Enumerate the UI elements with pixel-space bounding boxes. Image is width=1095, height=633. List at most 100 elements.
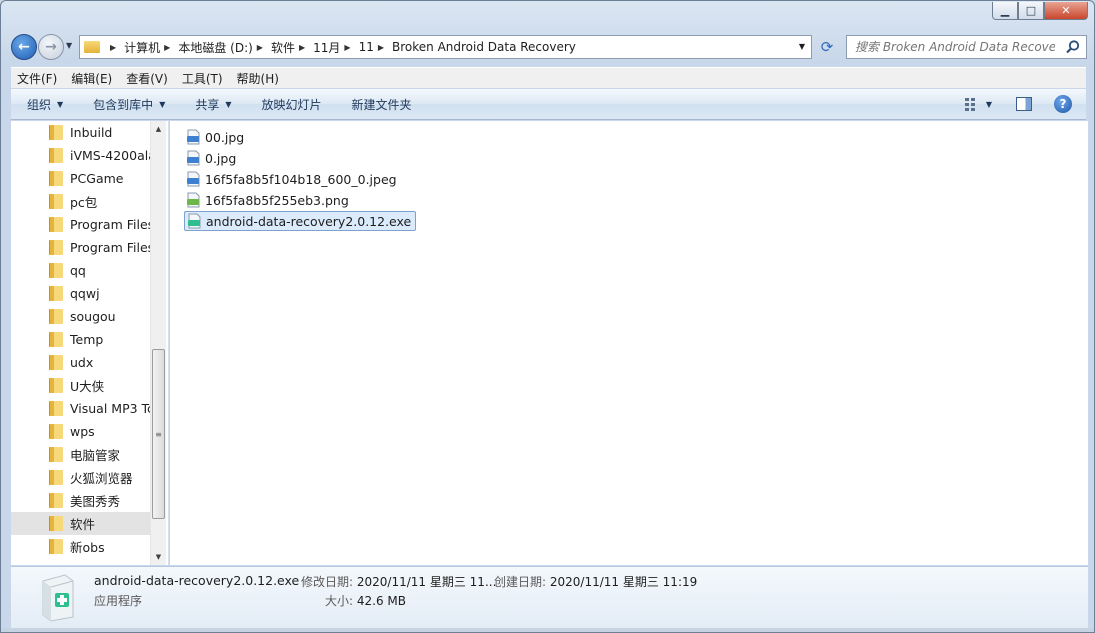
tree-folder-item[interactable]: Temp: [11, 328, 151, 351]
command-button[interactable]: 组织 ▼: [27, 96, 63, 113]
tree-folder-label: U大侠: [70, 379, 105, 394]
tree-folder-item[interactable]: wps: [11, 420, 151, 443]
breadcrumb-chevron-icon[interactable]: ▶: [378, 43, 384, 52]
folder-icon: [49, 240, 63, 255]
maximize-button[interactable]: □: [1018, 2, 1044, 20]
tree-folder-item[interactable]: 美图秀秀: [11, 489, 151, 512]
command-label: 共享: [195, 97, 220, 112]
details-file-type: 应用程序: [94, 594, 143, 608]
file-item[interactable]: 00.jpg: [184, 127, 248, 147]
command-button[interactable]: 新建文件夹: [352, 96, 412, 113]
search-input[interactable]: [855, 40, 1055, 54]
forward-arrow-icon: →: [45, 39, 57, 55]
tree-folder-item[interactable]: 新obs: [11, 535, 151, 558]
menu-item[interactable]: 帮助(H): [237, 70, 279, 87]
breadcrumb-chevron-icon[interactable]: ▶: [110, 43, 116, 52]
tree-folder-label: Temp: [70, 332, 104, 347]
refresh-button[interactable]: ⟳: [815, 35, 839, 59]
preview-pane-icon[interactable]: [1016, 97, 1032, 111]
close-button[interactable]: ✕: [1044, 2, 1088, 20]
refresh-icon: ⟳: [820, 38, 834, 56]
breadcrumb-chevron-icon[interactable]: ▶: [257, 43, 263, 52]
folder-icon: [49, 194, 63, 209]
file-item[interactable]: 0.jpg: [184, 148, 240, 168]
command-button[interactable]: 共享 ▼: [195, 96, 231, 113]
command-bar-right: ▼ ?: [964, 95, 1072, 113]
breadcrumb-item[interactable]: ▶ Broken Android Data Recovery: [374, 40, 576, 54]
tree-folder-label: Program Files: [70, 217, 151, 232]
breadcrumb-chevron-icon[interactable]: ▶: [164, 43, 170, 52]
nav-scrollbar[interactable]: ▲ ≡ ▼: [150, 121, 166, 565]
view-options-caret[interactable]: ▼: [986, 100, 992, 109]
menu-item[interactable]: 工具(T): [182, 70, 223, 87]
file-name: 16f5fa8b5f255eb3.png: [205, 192, 349, 208]
breadcrumb-label[interactable]: 计算机: [124, 39, 160, 56]
tree-folder-item[interactable]: PCGame: [11, 167, 151, 190]
folder-icon: [49, 516, 63, 531]
tree-folder-item[interactable]: Visual MP3 Tc: [11, 397, 151, 420]
tree-folder-item[interactable]: 电脑管家: [11, 443, 151, 466]
breadcrumb-chevron-icon[interactable]: ▶: [344, 43, 350, 52]
tree-folder-item[interactable]: udx: [11, 351, 151, 374]
tree-folder-item[interactable]: iVMS-4200ala: [11, 144, 151, 167]
command-button[interactable]: 包含到库中 ▼: [93, 96, 165, 113]
breadcrumb-item[interactable]: ▶ 计算机: [106, 39, 160, 56]
help-icon[interactable]: ?: [1054, 95, 1072, 113]
menu-item[interactable]: 文件(F): [17, 70, 57, 87]
folder-icon: [49, 148, 63, 163]
recent-pages-dropdown[interactable]: ▼: [66, 41, 72, 50]
file-item[interactable]: 16f5fa8b5f255eb3.png: [184, 190, 353, 210]
search-icon[interactable]: [1065, 39, 1081, 55]
menu-item[interactable]: 查看(V): [126, 70, 168, 87]
tree-folder-item[interactable]: Inbuild: [11, 121, 151, 144]
address-dropdown-icon[interactable]: ▼: [799, 42, 805, 51]
scroll-down-arrow[interactable]: ▼: [151, 549, 166, 565]
tree-folder-item[interactable]: 火狐浏览器: [11, 466, 151, 489]
tree-folder-item[interactable]: qqwj: [11, 282, 151, 305]
breadcrumb-item[interactable]: ▶ 本地磁盘 (D:): [160, 39, 253, 56]
scroll-up-arrow[interactable]: ▲: [151, 121, 166, 137]
tree-folder-label: Inbuild: [70, 125, 113, 140]
dropdown-caret-icon: ▼: [57, 99, 64, 109]
tree-folder-label: Visual MP3 Tc: [70, 401, 151, 416]
change-view-icon[interactable]: [964, 96, 980, 112]
breadcrumb-label[interactable]: 11: [359, 40, 374, 54]
tree-folder-item[interactable]: Program Files: [11, 236, 151, 259]
jpg-file-icon: [187, 171, 200, 187]
file-item[interactable]: 16f5fa8b5f104b18_600_0.jpeg: [184, 169, 401, 189]
breadcrumb-label[interactable]: Broken Android Data Recovery: [392, 40, 576, 54]
breadcrumb-label[interactable]: 11月: [313, 39, 340, 56]
tree-folder-item[interactable]: Program Files: [11, 213, 151, 236]
file-item[interactable]: android-data-recovery2.0.12.exe: [184, 211, 417, 231]
tree-folder-item[interactable]: 软件: [11, 512, 151, 535]
tree-folder-item[interactable]: U大侠: [11, 374, 151, 397]
folder-tree: Inbuild iVMS-4200ala PCGame pc包 Program File…: [11, 121, 168, 558]
tree-folder-item[interactable]: qq: [11, 259, 151, 282]
minimize-button[interactable]: ▁: [992, 2, 1018, 20]
breadcrumb-item[interactable]: ▶ 软件: [253, 39, 295, 56]
scroll-thumb[interactable]: ≡: [152, 349, 165, 519]
folder-icon: [49, 125, 63, 140]
breadcrumb-label[interactable]: 软件: [271, 39, 295, 56]
breadcrumb-label[interactable]: 本地磁盘 (D:): [178, 39, 252, 56]
address-bar[interactable]: ▶ 计算机 ▶ 本地磁盘 (D:) ▶ 软件 ▶ 11月 ▶ 11 ▶ Broken Android …: [79, 35, 812, 59]
tree-folder-item[interactable]: pc包: [11, 190, 151, 213]
tree-folder-label: 火狐浏览器: [70, 471, 133, 486]
search-box[interactable]: [846, 35, 1087, 59]
breadcrumb-chevron-icon[interactable]: ▶: [299, 43, 305, 52]
caption-buttons: ▁ □ ✕: [992, 2, 1088, 20]
breadcrumb-item[interactable]: ▶ 11: [340, 40, 373, 54]
details-created: 创建日期: 2020/11/11 星期三 11:19: [494, 575, 698, 589]
forward-button[interactable]: →: [38, 34, 64, 60]
file-name: 16f5fa8b5f104b18_600_0.jpeg: [205, 171, 397, 187]
file-list: 00.jpg 0.jpg 16f5fa8b5f104b18_600_0.jpeg 16…: [170, 121, 1088, 565]
menu-item[interactable]: 编辑(E): [71, 70, 112, 87]
command-button[interactable]: 放映幻灯片: [262, 96, 322, 113]
breadcrumb-item[interactable]: ▶ 11月: [295, 39, 340, 56]
file-name: 0.jpg: [205, 150, 237, 166]
tree-folder-item[interactable]: sougou: [11, 305, 151, 328]
details-modified: 修改日期: 2020/11/11 星期三 11...: [301, 575, 497, 589]
back-button[interactable]: ←: [11, 34, 37, 60]
command-list: 组织 ▼ 包含到库中 ▼ 共享 ▼ 放映幻灯片 新建文件夹: [27, 96, 442, 113]
tree-folder-label: 软件: [70, 517, 96, 532]
